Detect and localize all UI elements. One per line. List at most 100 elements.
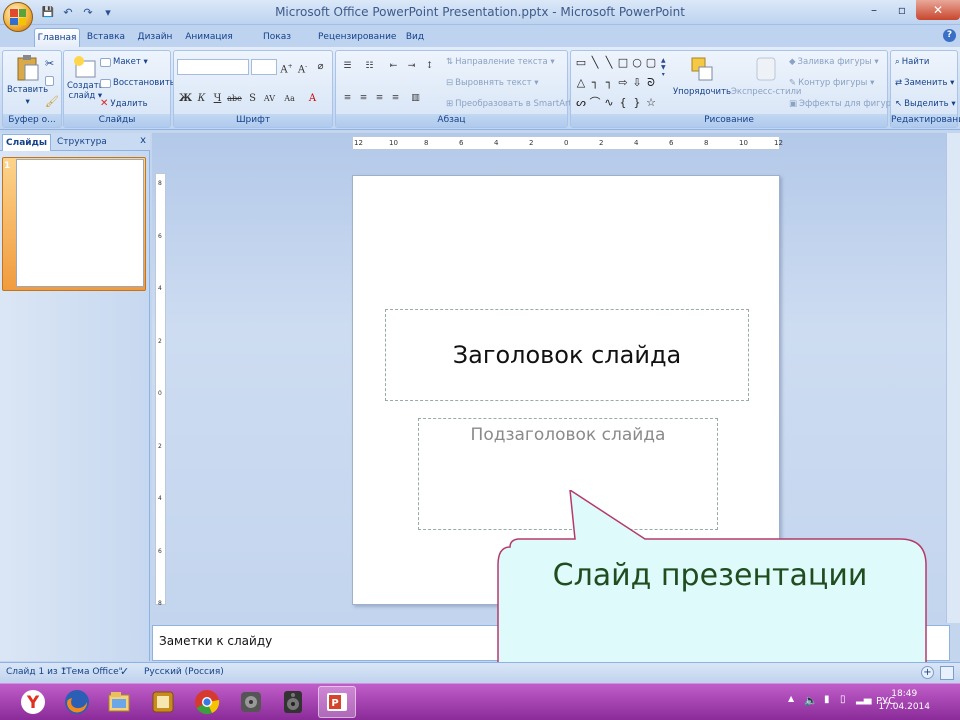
tab-review[interactable]: Рецензирование — [318, 28, 396, 47]
minimize-button[interactable]: – — [860, 0, 888, 20]
layout-button[interactable]: Макет ▾ — [100, 57, 148, 67]
zoom-in-button[interactable]: + — [921, 666, 934, 679]
strikethrough-button[interactable]: abe — [227, 91, 242, 106]
curve-shape-icon[interactable]: ᔕ — [575, 97, 587, 109]
theme-status[interactable]: "Тема Office" — [62, 667, 123, 677]
rounded-rect-shape-icon[interactable]: ▢ — [645, 57, 657, 69]
powerpoint-icon[interactable]: P — [318, 686, 356, 718]
paste-button[interactable]: Вставить ▾ — [7, 55, 48, 107]
rectangle-shape-icon[interactable]: □ — [617, 57, 629, 69]
reset-button[interactable]: Восстановить — [100, 78, 175, 88]
copy-icon[interactable] — [45, 76, 54, 86]
file-manager-icon[interactable] — [100, 686, 138, 718]
align-text-button[interactable]: ⊟ Выровнять текст ▾ — [446, 78, 539, 88]
network-icon[interactable]: ▮ — [824, 694, 830, 705]
brace-right-shape-icon[interactable]: } — [631, 97, 643, 109]
shape-outline-button[interactable]: ✎ Контур фигуры ▾ — [789, 78, 874, 88]
clear-format-button[interactable]: ⌀ — [313, 59, 328, 74]
arc-shape-icon[interactable]: ⌒ — [589, 97, 601, 109]
vertical-scrollbar[interactable] — [946, 133, 960, 623]
replace-button[interactable]: ⇄ Заменить ▾ — [895, 78, 954, 88]
volume-icon[interactable]: 🔈 — [804, 694, 818, 707]
shape-effects-button[interactable]: ▣ Эффекты для фигур ▾ — [789, 99, 898, 109]
firefox-icon[interactable] — [58, 686, 96, 718]
shape-fill-button[interactable]: ◆ Заливка фигуры ▾ — [789, 57, 879, 67]
fit-to-window-button[interactable] — [940, 666, 954, 680]
format-painter-icon[interactable]: 🖌 — [45, 95, 59, 108]
oval-shape-icon[interactable]: ○ — [631, 57, 643, 69]
tab-view[interactable]: Вид — [402, 28, 428, 47]
arrow-right-shape-icon[interactable]: ⇨ — [617, 77, 629, 89]
gallery-icon[interactable] — [144, 686, 182, 718]
line2-shape-icon[interactable]: ╲ — [603, 57, 615, 69]
help-icon[interactable]: ? — [943, 29, 956, 42]
font-name-input[interactable] — [177, 59, 249, 75]
italic-button[interactable]: К — [194, 91, 209, 106]
underline-button[interactable]: Ч — [210, 91, 225, 106]
title-placeholder[interactable]: Заголовок слайда — [385, 309, 749, 401]
line-shape-icon[interactable]: ╲ — [589, 57, 601, 69]
arrange-button[interactable]: Упорядочить — [673, 55, 731, 97]
align-right-button[interactable]: ≡ — [372, 91, 387, 106]
bullets-button[interactable]: ☰ — [340, 59, 355, 74]
shrink-font-button[interactable]: A- — [295, 59, 310, 75]
select-button[interactable]: ↖ Выделить ▾ — [895, 99, 956, 109]
find-button[interactable]: ⌕ Найти — [895, 57, 929, 67]
shadow-button[interactable]: S — [245, 91, 260, 106]
grow-font-button[interactable]: A+ — [279, 59, 294, 75]
arrow-down-shape-icon[interactable]: ⇩ — [631, 77, 643, 89]
change-case-button[interactable]: Аа — [282, 91, 297, 106]
notes-pane[interactable]: Заметки к слайду — [152, 625, 950, 661]
close-button[interactable]: ✕ — [916, 0, 960, 20]
decrease-indent-button[interactable]: ⇤ — [386, 59, 401, 74]
font-size-input[interactable] — [251, 59, 277, 75]
subtitle-placeholder[interactable]: Подзаголовок слайда — [418, 418, 718, 530]
language-status[interactable]: Русский (Россия) — [144, 667, 224, 677]
align-left-button[interactable]: ≡ — [340, 91, 355, 106]
tab-slideshow[interactable]: Показ слайдов — [244, 28, 310, 61]
spacing-button[interactable]: AV — [262, 91, 277, 106]
media-icon[interactable] — [232, 686, 270, 718]
signal-icon[interactable]: ▂▄ — [856, 694, 871, 705]
delete-slide-button[interactable]: ✕ Удалить — [100, 98, 148, 109]
yandex-browser-icon[interactable]: Y — [14, 686, 52, 718]
text-direction-button[interactable]: ⇅ Направление текста ▾ — [446, 57, 555, 67]
tab-insert[interactable]: Вставка — [84, 28, 128, 47]
chrome-icon[interactable] — [188, 686, 226, 718]
new-slide-button[interactable]: Создать слайд ▾ — [67, 55, 104, 101]
cut-icon[interactable]: ✂ — [45, 57, 54, 70]
convert-smartart-button[interactable]: ⊞ Преобразовать в SmartArt ▾ — [446, 99, 579, 109]
bold-button[interactable]: Ж — [178, 91, 193, 106]
font-color-button[interactable]: A — [305, 91, 320, 106]
numbering-button[interactable]: ☷ — [362, 59, 377, 74]
tab-outline[interactable]: Структура — [54, 134, 110, 151]
speaker-icon[interactable] — [274, 686, 312, 718]
tray-expand-icon[interactable]: ▲ — [788, 694, 794, 703]
brace-left-shape-icon[interactable]: { — [617, 97, 629, 109]
maximize-button[interactable]: ▫ — [888, 0, 916, 20]
clock[interactable]: 18:49 17.04.2014 — [878, 688, 930, 714]
line-spacing-button[interactable]: ↕ — [422, 59, 437, 74]
justify-button[interactable]: ≡ — [388, 91, 403, 106]
tab-slides[interactable]: Слайды — [2, 134, 51, 151]
increase-indent-button[interactable]: ⇥ — [404, 59, 419, 74]
shapes-scroll[interactable]: ▲ ▼ ▾ — [661, 57, 666, 78]
wave-shape-icon[interactable]: ∿ — [603, 97, 615, 109]
pane-close-icon[interactable]: x — [140, 135, 146, 146]
triangle-shape-icon[interactable]: △ — [575, 77, 587, 89]
textbox-shape-icon[interactable]: ▭ — [575, 57, 587, 69]
office-button[interactable] — [3, 2, 33, 32]
spellcheck-icon[interactable]: ✓ — [120, 665, 129, 678]
star-shape-icon[interactable]: ☆ — [645, 97, 657, 109]
tab-design[interactable]: Дизайн — [134, 28, 176, 47]
callout-shape-icon[interactable]: ᘐ — [645, 77, 657, 89]
slide-canvas[interactable]: Заголовок слайда Подзаголовок слайда — [352, 175, 780, 605]
battery-icon[interactable]: ▯ — [840, 694, 846, 705]
tab-home[interactable]: Главная — [34, 28, 80, 47]
elbow-shape-icon[interactable]: ┐ — [589, 77, 601, 89]
elbow2-shape-icon[interactable]: ┐ — [603, 77, 615, 89]
columns-button[interactable]: ▥ — [408, 91, 423, 106]
tab-animation[interactable]: Анимация — [182, 28, 236, 47]
align-center-button[interactable]: ≡ — [356, 91, 371, 106]
slide-thumbnail[interactable] — [16, 159, 144, 287]
